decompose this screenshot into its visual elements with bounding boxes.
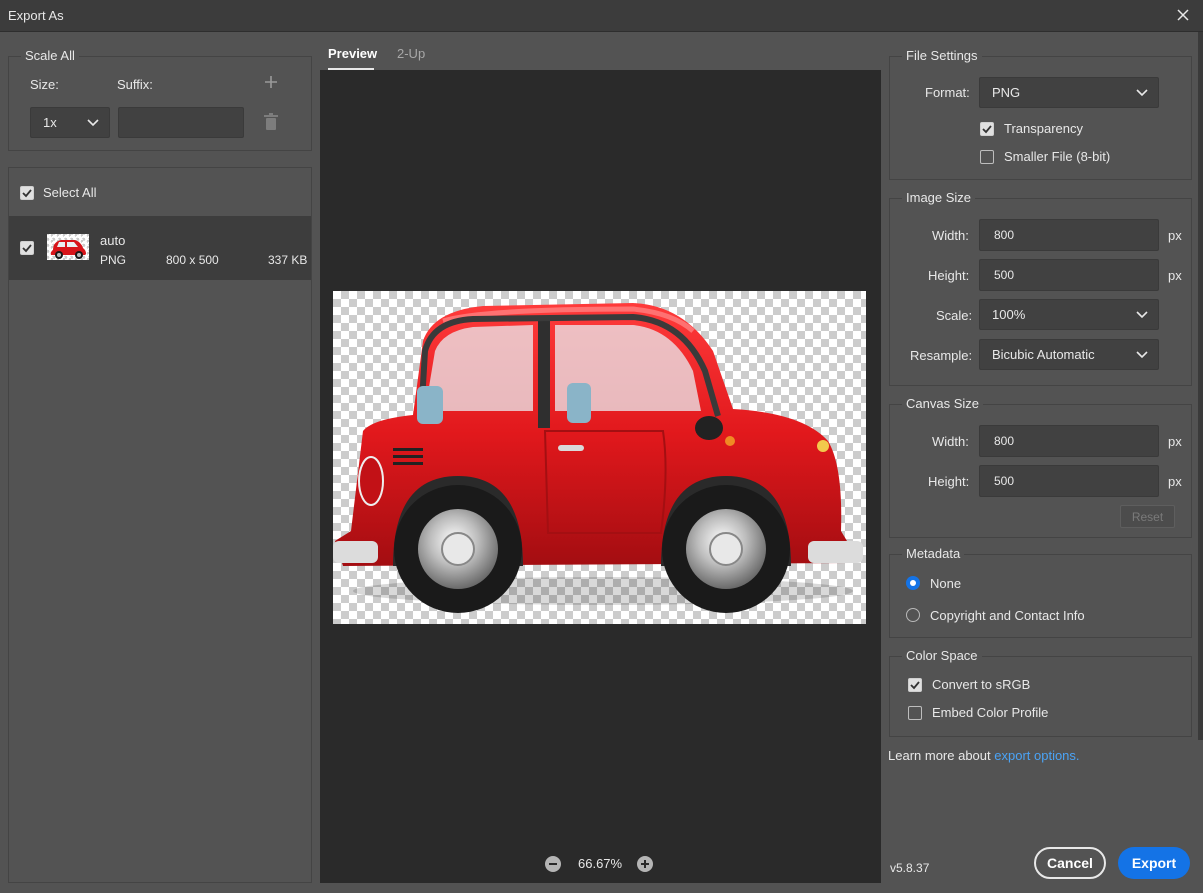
reset-button-label: Reset — [1131, 509, 1164, 524]
metadata-copyright-label: Copyright and Contact Info — [930, 608, 1085, 623]
suffix-input[interactable] — [118, 107, 244, 138]
image-height-label: Height: — [928, 268, 970, 283]
resample-select[interactable]: Bicubic Automatic — [979, 339, 1159, 370]
export-options-link[interactable]: export options. — [994, 748, 1079, 763]
canvas-size-legend: Canvas Size — [902, 396, 983, 411]
asset-name: auto — [100, 233, 126, 248]
metadata-none-radio[interactable] — [906, 576, 920, 590]
learn-more-prefix: Learn more about — [888, 748, 991, 763]
chevron-down-icon — [1136, 310, 1148, 318]
image-size-group: Image Size Width: 800 px Height: 500 px … — [889, 190, 1192, 386]
asset-checkbox[interactable] — [20, 241, 34, 255]
resample-label: Resample: — [910, 348, 973, 363]
asset-format: PNG — [100, 253, 127, 267]
image-size-legend: Image Size — [902, 190, 976, 205]
image-width-unit: px — [1168, 228, 1182, 243]
tab-preview[interactable]: Preview — [328, 46, 377, 72]
tab-preview-label: Preview — [328, 46, 378, 61]
delete-scale-icon[interactable] — [263, 113, 279, 131]
asset-dimensions: 800 x 500 — [166, 253, 219, 267]
preview-image — [333, 291, 866, 624]
format-select-value: PNG — [992, 85, 1021, 100]
version-label: v5.8.37 — [890, 861, 930, 875]
color-space-group: Color Space Convert to sRGB Embed Color … — [889, 648, 1192, 737]
transparency-checkbox[interactable] — [980, 122, 994, 136]
export-button[interactable]: Export — [1118, 847, 1190, 879]
add-scale-icon[interactable] — [263, 74, 279, 90]
chevron-down-icon — [1136, 350, 1148, 358]
smaller-file-label: Smaller File (8-bit) — [1004, 149, 1111, 164]
image-width-label: Width: — [932, 228, 969, 243]
scrollbar[interactable] — [1198, 32, 1203, 740]
select-all-checkbox[interactable] — [20, 186, 34, 200]
size-select-value: 1x — [43, 115, 57, 130]
chevron-down-icon — [1136, 88, 1148, 96]
chevron-down-icon — [87, 118, 99, 126]
canvas-height-input[interactable]: 500 — [979, 465, 1159, 497]
asset-list-panel: Select All auto PNG 800 x 500 337 KB — [8, 167, 312, 883]
metadata-group: Metadata None Copyright and Contact Info — [889, 546, 1192, 638]
zoom-level: 66.67% — [578, 856, 623, 871]
size-label: Size: — [30, 77, 59, 92]
resample-select-value: Bicubic Automatic — [992, 347, 1095, 362]
asset-thumbnail — [47, 234, 89, 260]
close-icon[interactable] — [1173, 5, 1193, 25]
export-button-label: Export — [1131, 855, 1177, 871]
window-title: Export As — [8, 8, 64, 23]
size-select[interactable]: 1x — [30, 107, 110, 138]
convert-srgb-checkbox[interactable] — [908, 678, 922, 692]
canvas-width-label: Width: — [932, 434, 969, 449]
asset-filesize: 337 KB — [268, 253, 308, 267]
file-settings-group: File Settings Format: PNG Transparency S… — [889, 48, 1192, 180]
canvas-width-unit: px — [1168, 434, 1182, 449]
image-height-unit: px — [1168, 268, 1182, 283]
scale-select[interactable]: 100% — [979, 299, 1159, 330]
embed-profile-label: Embed Color Profile — [932, 705, 1049, 720]
asset-row[interactable]: auto PNG 800 x 500 337 KB — [9, 216, 311, 280]
color-space-legend: Color Space — [902, 648, 982, 663]
metadata-legend: Metadata — [902, 546, 965, 561]
image-height-input[interactable]: 500 — [979, 259, 1159, 291]
image-width-input[interactable]: 800 — [979, 219, 1159, 251]
reset-button[interactable]: Reset — [1120, 505, 1175, 528]
metadata-none-label: None — [930, 576, 962, 591]
tab-2up-label: 2-Up — [397, 46, 426, 61]
cancel-button[interactable]: Cancel — [1034, 847, 1106, 879]
zoom-in-icon[interactable] — [637, 856, 653, 872]
convert-srgb-label: Convert to sRGB — [932, 677, 1031, 692]
canvas-size-group: Canvas Size Width: 800 px Height: 500 px… — [889, 396, 1192, 538]
scale-label: Scale: — [936, 308, 973, 323]
suffix-label: Suffix: — [117, 77, 153, 92]
smaller-file-checkbox[interactable] — [980, 150, 994, 164]
canvas-width-input[interactable]: 800 — [979, 425, 1159, 457]
title-bar: Export As — [0, 0, 1203, 32]
zoom-out-icon[interactable] — [545, 856, 561, 872]
file-settings-legend: File Settings — [902, 48, 982, 63]
preview-area[interactable]: 66.67% — [320, 70, 881, 883]
transparency-label: Transparency — [1004, 121, 1083, 136]
tab-2up[interactable]: 2-Up — [397, 46, 425, 61]
metadata-copyright-radio[interactable] — [906, 608, 920, 622]
learn-more-text: Learn more about export options. — [888, 748, 1080, 763]
canvas-height-label: Height: — [928, 474, 970, 489]
select-all-label: Select All — [43, 185, 97, 200]
format-select[interactable]: PNG — [979, 77, 1159, 108]
scale-select-value: 100% — [992, 307, 1026, 322]
cancel-button-label: Cancel — [1047, 855, 1093, 871]
canvas-height-unit: px — [1168, 474, 1182, 489]
scale-all-group: Scale All Size: Suffix: 1x — [8, 48, 312, 151]
embed-profile-checkbox[interactable] — [908, 706, 922, 720]
scale-all-legend: Scale All — [21, 48, 79, 63]
format-label: Format: — [925, 85, 970, 100]
